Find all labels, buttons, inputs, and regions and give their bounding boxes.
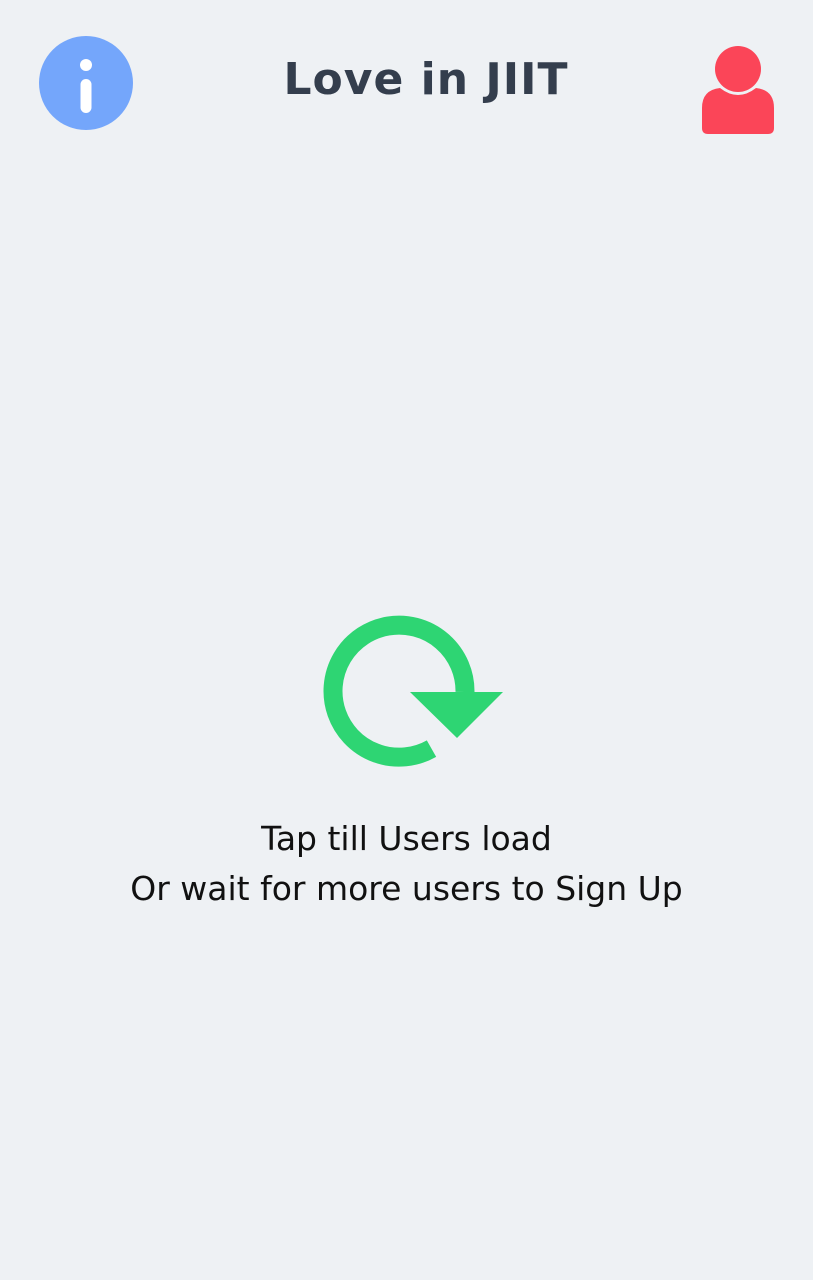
info-icon xyxy=(80,59,92,113)
info-button[interactable] xyxy=(39,36,133,130)
message-line-1: Tap till Users load xyxy=(261,819,552,858)
refresh-button[interactable] xyxy=(316,612,506,772)
empty-state-message: Tap till Users load Or wait for more use… xyxy=(60,814,753,914)
message-line-2: Or wait for more users to Sign Up xyxy=(130,869,683,908)
user-profile-icon xyxy=(702,46,774,134)
app-header: Love in JIIT xyxy=(0,0,813,160)
app-title: Love in JIIT xyxy=(283,54,569,105)
profile-button[interactable] xyxy=(700,46,776,136)
refresh-icon xyxy=(323,615,503,767)
